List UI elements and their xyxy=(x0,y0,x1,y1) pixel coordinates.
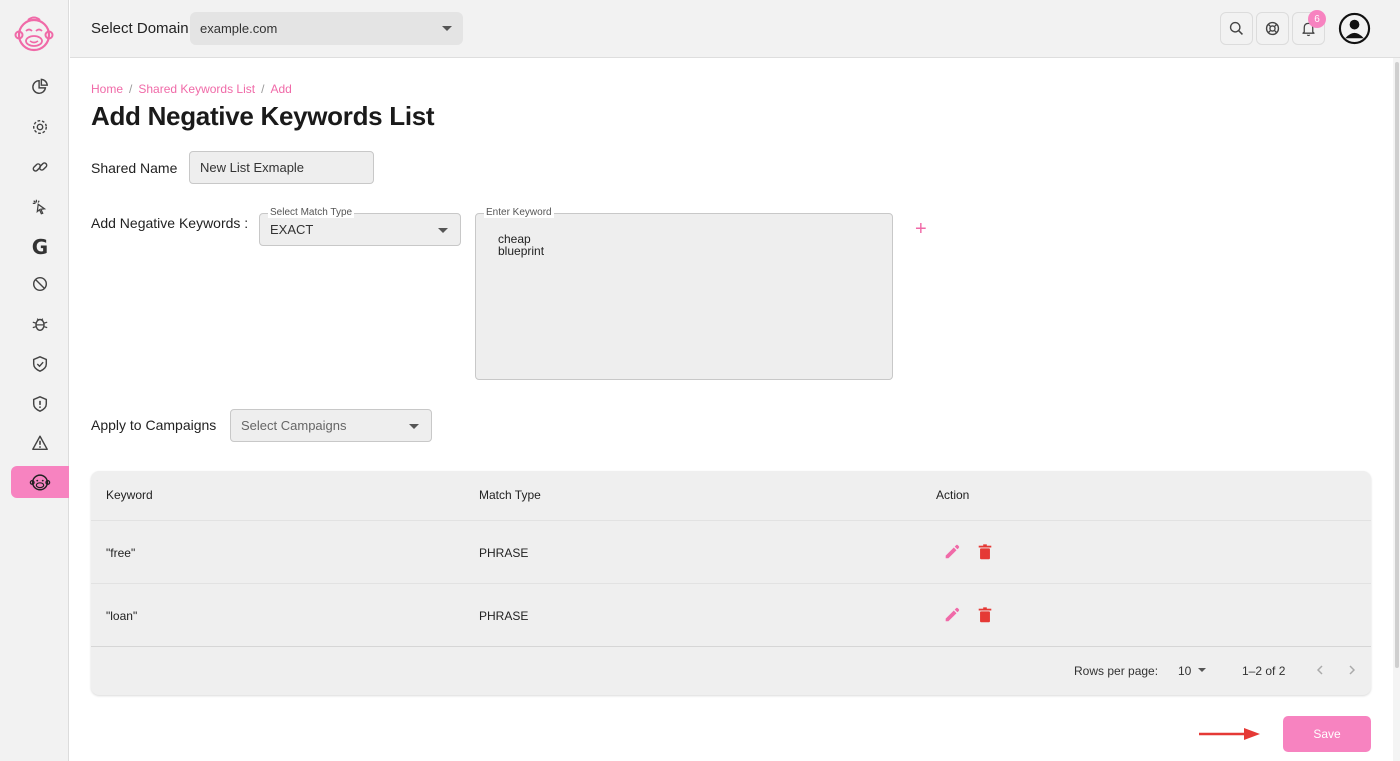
link-icon xyxy=(32,162,48,172)
chevron-left-icon xyxy=(1316,665,1323,675)
sidebar-item-google[interactable]: G xyxy=(11,231,69,263)
annotation-arrow-icon xyxy=(1199,728,1260,740)
campaigns-select[interactable]: Select Campaigns xyxy=(230,409,432,442)
notification-badge: 6 xyxy=(1308,10,1326,28)
shield-check-icon xyxy=(32,356,48,372)
keyword-cell: "loan" xyxy=(106,609,138,623)
breadcrumb-current: Add xyxy=(270,82,292,96)
search-icon xyxy=(1229,21,1243,35)
chevron-down-icon xyxy=(1198,668,1206,672)
notifications-button[interactable]: 6 xyxy=(1292,10,1326,45)
column-header-keyword: Keyword xyxy=(106,488,153,502)
breadcrumb-home[interactable]: Home xyxy=(91,82,123,96)
keyword-textarea[interactable]: cheap blueprint xyxy=(475,213,893,380)
scrollbar-thumb[interactable] xyxy=(1395,62,1399,668)
top-header: Select Domain example.com 6 xyxy=(70,0,1400,58)
monkey-face-icon xyxy=(29,474,51,491)
block-icon xyxy=(32,276,48,292)
match-type-cell: PHRASE xyxy=(479,609,529,623)
column-header-match-type: Match Type xyxy=(479,488,541,502)
negative-keywords-label: Add Negative Keywords : xyxy=(91,215,249,231)
match-type-cell: PHRASE xyxy=(479,546,529,560)
domain-select-value: example.com xyxy=(200,21,278,36)
delete-icon[interactable] xyxy=(976,543,994,561)
page-title: Add Negative Keywords List xyxy=(91,101,435,131)
gear-icon xyxy=(32,119,48,135)
breadcrumb-shared-keywords-list[interactable]: Shared Keywords List xyxy=(138,82,255,96)
edit-icon[interactable] xyxy=(943,606,961,624)
sidebar-item-protection[interactable] xyxy=(11,348,69,380)
sidebar-item-blocked[interactable] xyxy=(11,268,69,300)
shield-alert-icon xyxy=(32,396,48,412)
match-type-legend: Select Match Type xyxy=(268,207,355,218)
help-button[interactable] xyxy=(1256,12,1289,45)
chevron-down-icon xyxy=(438,228,448,233)
sidebar: G xyxy=(0,0,69,761)
match-type-value: EXACT xyxy=(270,222,314,237)
edit-icon[interactable] xyxy=(943,543,961,561)
breadcrumb: Home / Shared Keywords List / Add xyxy=(91,82,292,96)
sidebar-item-negative-keywords[interactable] xyxy=(11,466,69,498)
pagination-range: 1–2 of 2 xyxy=(1242,664,1286,678)
apply-campaigns-label: Apply to Campaigns xyxy=(91,417,217,433)
pie-chart-icon xyxy=(32,78,48,94)
breadcrumb-separator: / xyxy=(261,82,265,96)
campaigns-placeholder: Select Campaigns xyxy=(241,418,347,433)
chevron-right-icon xyxy=(1349,665,1356,675)
breadcrumb-separator: / xyxy=(129,82,133,96)
previous-page-button[interactable] xyxy=(1311,661,1329,679)
rows-per-page-label: Rows per page: xyxy=(1074,664,1159,678)
sidebar-item-alerts[interactable] xyxy=(11,427,69,459)
column-header-action: Action xyxy=(936,488,970,502)
keywords-table: Keyword Match Type Action "free" PHRASE … xyxy=(91,471,1371,695)
sidebar-item-links[interactable] xyxy=(11,151,69,183)
delete-icon[interactable] xyxy=(976,606,994,624)
sidebar-item-bots[interactable] xyxy=(11,308,69,340)
sidebar-item-clicks[interactable] xyxy=(11,191,69,223)
bug-icon xyxy=(32,318,48,332)
click-icon xyxy=(32,199,47,215)
keyword-line: cheap xyxy=(498,232,531,246)
google-icon: G xyxy=(31,235,49,259)
keyword-line: blueprint xyxy=(498,244,545,258)
shared-name-input[interactable]: New List Exmaple xyxy=(189,151,374,184)
chevron-down-icon xyxy=(409,424,419,429)
lifebuoy-icon xyxy=(1265,21,1280,36)
keyword-legend: Enter Keyword xyxy=(484,207,554,218)
monkey-logo-icon[interactable] xyxy=(14,14,54,54)
user-avatar-icon[interactable] xyxy=(1338,12,1371,45)
sidebar-item-analytics[interactable] xyxy=(11,71,69,103)
search-button[interactable] xyxy=(1220,12,1253,45)
table-row: "free" PHRASE xyxy=(91,520,1371,583)
chevron-down-icon xyxy=(442,26,452,31)
domain-select[interactable]: example.com xyxy=(190,12,463,45)
save-button[interactable]: Save xyxy=(1283,716,1371,752)
sidebar-item-settings[interactable] xyxy=(11,111,69,143)
sidebar-item-threats[interactable] xyxy=(11,388,69,420)
next-page-button[interactable] xyxy=(1343,661,1361,679)
warning-icon xyxy=(32,435,48,451)
table-row: "loan" PHRASE xyxy=(91,583,1371,646)
add-keyword-button[interactable]: + xyxy=(915,219,927,239)
keyword-cell: "free" xyxy=(106,546,136,560)
rows-per-page-select[interactable]: 10 xyxy=(1178,664,1191,678)
domain-label: Select Domain xyxy=(91,20,189,37)
shared-name-value: New List Exmaple xyxy=(200,160,305,175)
shared-name-label: Shared Name xyxy=(91,160,178,176)
